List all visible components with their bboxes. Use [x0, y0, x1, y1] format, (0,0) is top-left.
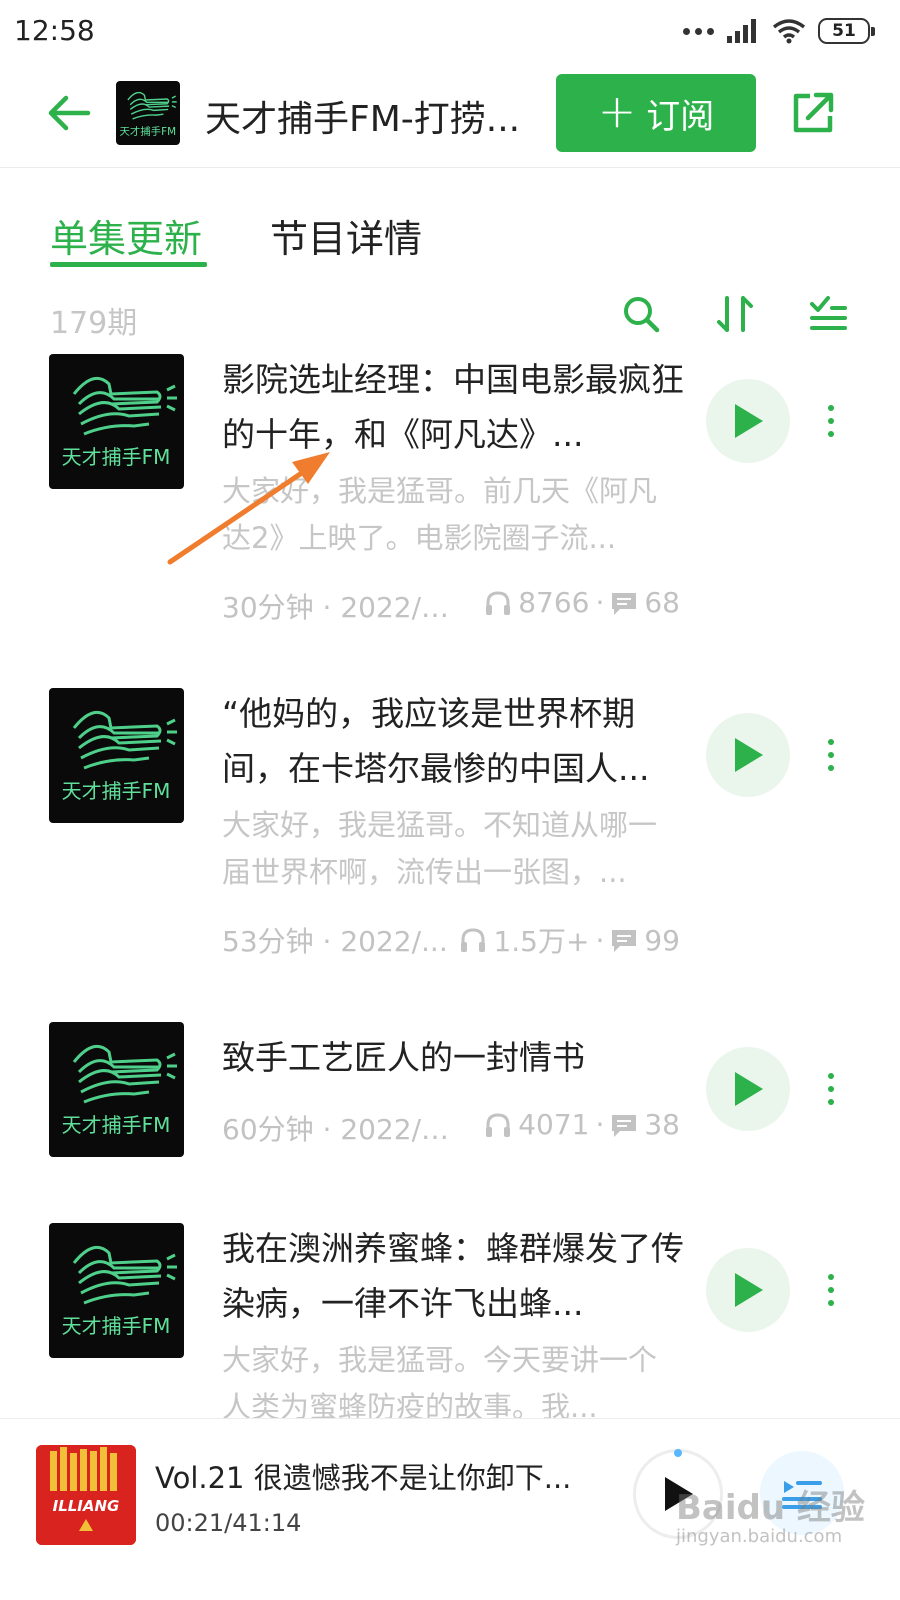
episode-comment-count: 38: [644, 1108, 680, 1141]
episode-item[interactable]: 天才捕手FM 影院选址经理：中国电影最疯狂的十年，和《阿凡达》... 大家好，我…: [0, 354, 900, 624]
playlist-button[interactable]: [760, 1451, 844, 1535]
play-icon: [665, 1477, 693, 1511]
mini-play-button[interactable]: [633, 1449, 723, 1539]
play-button[interactable]: [706, 379, 790, 463]
subscribe-label: 订阅: [646, 96, 715, 137]
plus-icon: +: [597, 84, 637, 138]
episode-duration-date: 53分钟 · 2022/...: [222, 925, 448, 958]
episode-description: 大家好，我是猛哥。今天要讲一个人类为蜜蜂防疫的故事。我...: [222, 1343, 658, 1418]
subscribe-button[interactable]: + 订阅: [556, 74, 756, 152]
header: 天才捕手FM 天才捕手FM-打捞... + 订阅: [0, 62, 900, 168]
comment-icon: [612, 1114, 637, 1137]
episode-cover: 天才捕手FM: [49, 1223, 184, 1358]
episode-cover: 天才捕手FM: [49, 688, 184, 823]
play-icon: [735, 1072, 763, 1106]
multi-select-button[interactable]: [808, 294, 848, 334]
status-bar: 12:58 51: [0, 0, 900, 62]
episode-play-count: 8766: [518, 586, 590, 619]
wifi-icon: [772, 19, 806, 44]
podcast-title: 天才捕手FM-打捞...: [205, 99, 521, 140]
tab-episode-updates[interactable]: 单集更新: [50, 208, 202, 263]
now-playing-title: Vol.21 很遗憾我不是让你卸下...: [155, 1461, 572, 1495]
more-options-button[interactable]: [816, 1064, 846, 1114]
podcast-logo: 天才捕手FM: [116, 81, 180, 145]
more-options-button[interactable]: [816, 396, 846, 446]
episode-title: “他妈的，我应该是世界杯期间，在卡塔尔最惨的中国人...: [222, 694, 650, 788]
episode-cover: 天才捕手FM: [49, 354, 184, 489]
play-button[interactable]: [706, 713, 790, 797]
episode-comment-count: 99: [644, 923, 680, 957]
mini-player-cover-text: ILLIANG: [53, 1497, 120, 1515]
back-arrow-icon: [48, 95, 91, 131]
checklist-icon: [810, 296, 847, 330]
sort-button[interactable]: [715, 294, 755, 334]
episode-description: 大家好，我是猛哥。前几天《阿凡达2》上映了。电影院圈子流...: [222, 474, 658, 555]
active-tab-indicator: [50, 262, 207, 267]
episode-title: 我在澳洲养蜜蜂：蜂群爆发了传染病，一律不许飞出蜂...: [222, 1229, 684, 1323]
episode-item[interactable]: 天才捕手FM 致手工艺匠人的一封情书 60分钟 · 2022/1... 4071…: [0, 1022, 900, 1172]
episode-duration-date: 30分钟 · 2022/1...: [222, 591, 452, 624]
episode-cover-text: 天才捕手FM: [62, 1113, 171, 1137]
headphones-icon: [486, 1112, 511, 1137]
progress-indicator: [674, 1449, 682, 1457]
more-options-button[interactable]: [816, 1265, 846, 1315]
mini-player-cover: ILLIANG: [36, 1445, 136, 1545]
play-icon: [735, 1273, 763, 1307]
back-button[interactable]: [44, 88, 94, 138]
episode-play-count: 4071: [518, 1108, 590, 1141]
comment-icon: [612, 930, 637, 952]
episode-cover-text: 天才捕手FM: [62, 1314, 171, 1338]
play-icon: [735, 738, 763, 772]
episode-title: 影院选址经理：中国电影最疯狂的十年，和《阿凡达》...: [222, 360, 684, 454]
comment-icon: [612, 592, 637, 615]
episode-cover-text: 天才捕手FM: [62, 779, 171, 803]
play-button[interactable]: [706, 1248, 790, 1332]
signal-icon: [727, 19, 756, 43]
mini-player[interactable]: ILLIANG Vol.21 很遗憾我不是让你卸下... 00:21/41:14: [0, 1418, 900, 1600]
search-icon: [624, 297, 660, 333]
status-time: 12:58: [14, 14, 95, 47]
episode-title: 致手工艺匠人的一封情书: [222, 1038, 585, 1077]
headphones-icon: [486, 590, 511, 615]
episode-meta: 53分钟 · 2022/... 1.5万+ · 99: [222, 920, 692, 960]
episode-comment-count: 68: [644, 586, 680, 619]
episode-meta: 60分钟 · 2022/1... 4071 · 38: [222, 1108, 680, 1146]
tab-program-details[interactable]: 节目详情: [270, 208, 422, 263]
playlist-icon: [782, 1481, 822, 1509]
podcast-logo-text: 天才捕手FM: [119, 125, 176, 138]
episode-play-count: 1.5万+: [493, 925, 590, 958]
headphones-icon: [461, 928, 486, 952]
share-button[interactable]: [788, 88, 838, 138]
episode-cover-text: 天才捕手FM: [62, 445, 171, 469]
sort-icon: [717, 296, 753, 332]
search-button[interactable]: [621, 294, 661, 334]
status-icons: 51: [683, 16, 875, 46]
episode-item[interactable]: 天才捕手FM 我在澳洲养蜜蜂：蜂群爆发了传染病，一律不许飞出蜂... 大家好，我…: [0, 1223, 900, 1418]
more-dots-icon: [683, 27, 714, 35]
episode-duration-date: 60分钟 · 2022/1...: [222, 1113, 452, 1146]
battery-icon: 51: [818, 18, 875, 44]
episode-meta: 30分钟 · 2022/1... 8766 · 68: [222, 586, 680, 624]
battery-level: 51: [832, 21, 856, 41]
episode-cover: 天才捕手FM: [49, 1022, 184, 1157]
episode-count: 179期: [50, 306, 138, 341]
episode-item[interactable]: 天才捕手FM “他妈的，我应该是世界杯期间，在卡塔尔最惨的中国人... 大家好，…: [0, 688, 900, 958]
more-options-button[interactable]: [816, 730, 846, 780]
episode-description: 大家好，我是猛哥。不知道从哪一届世界杯啊，流传出一张图，...: [222, 808, 658, 889]
play-icon: [735, 404, 763, 438]
now-playing-time: 00:21/41:14: [155, 1509, 302, 1537]
play-button[interactable]: [706, 1047, 790, 1131]
share-icon: [793, 92, 834, 133]
